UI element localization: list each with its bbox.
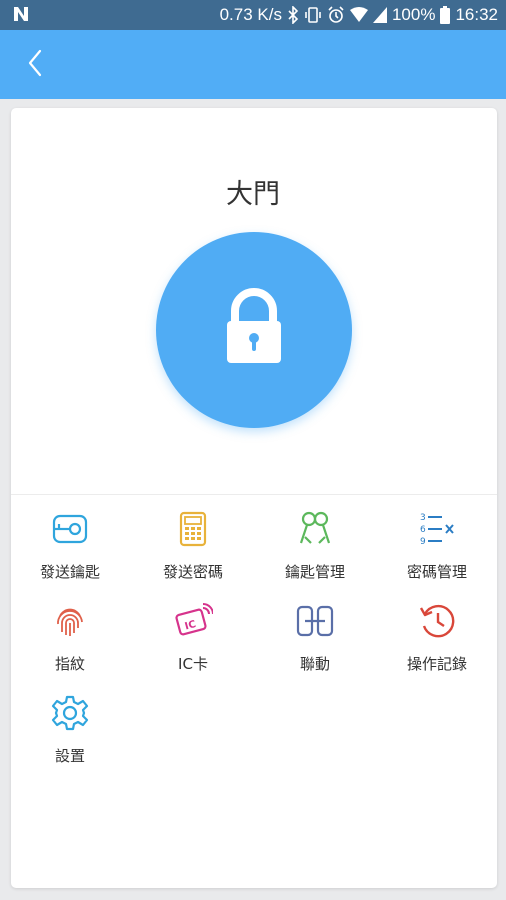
battery-percent: 100% <box>391 5 436 24</box>
menu-item-password-management[interactable]: 3 6 9 密碼管理 <box>374 509 500 582</box>
battery-icon <box>440 6 451 24</box>
menu-item-send-password[interactable]: 發送密碼 <box>130 509 256 582</box>
alarm-icon <box>327 6 345 24</box>
status-bar: 0.73 K/s 100% 16:32 <box>0 0 506 30</box>
ic-card-icon: IC <box>173 601 213 641</box>
vibrate-icon <box>304 6 322 24</box>
menu-item-linkage[interactable]: 聯動 <box>252 601 378 674</box>
menu-item-label: 操作記錄 <box>406 655 467 673</box>
signal-icon <box>372 7 387 23</box>
menu-item-label: 發送鑰匙 <box>39 563 100 581</box>
link-icon <box>295 601 335 641</box>
key-card-icon <box>50 509 90 549</box>
menu-item-operation-log[interactable]: 操作記錄 <box>374 601 500 674</box>
gear-icon <box>50 693 90 733</box>
notification-n-icon <box>12 5 30 28</box>
menu-item-label: IC卡 <box>178 655 208 673</box>
menu-item-fingerprint[interactable]: 指紋 <box>7 601 133 674</box>
menu-item-label: 指紋 <box>54 655 85 673</box>
menu-item-label: 聯動 <box>299 655 330 673</box>
menu-item-key-management[interactable]: 鑰匙管理 <box>252 509 378 582</box>
app-bar <box>0 30 506 99</box>
svg-text:6: 6 <box>420 525 426 535</box>
menu-item-label: 設置 <box>54 747 85 765</box>
lock-icon <box>211 285 297 375</box>
wifi-icon <box>349 7 368 23</box>
menu-item-settings[interactable]: 設置 <box>7 693 133 766</box>
menu-item-send-key[interactable]: 發送鑰匙 <box>7 509 133 582</box>
password-list-icon: 3 6 9 <box>417 509 457 549</box>
svg-text:3: 3 <box>420 513 426 523</box>
keys-icon <box>295 509 335 549</box>
content-card <box>11 108 497 888</box>
fingerprint-icon <box>50 601 90 641</box>
keypad-icon <box>173 509 213 549</box>
svg-text:9: 9 <box>420 537 426 547</box>
clock: 16:32 <box>455 5 498 24</box>
menu-item-label: 密碼管理 <box>406 563 467 581</box>
bluetooth-icon <box>287 6 299 24</box>
chevron-left-icon <box>27 49 43 81</box>
back-button[interactable] <box>20 49 50 81</box>
menu-item-ic-card[interactable]: IC IC卡 <box>130 601 256 674</box>
menu-item-label: 鑰匙管理 <box>284 563 345 581</box>
lock-button[interactable] <box>156 232 352 428</box>
divider <box>11 494 497 495</box>
door-name: 大門 <box>226 179 280 210</box>
network-speed: 0.73 K/s <box>219 5 282 24</box>
menu-item-label: 發送密碼 <box>162 563 223 581</box>
history-icon <box>417 601 457 641</box>
